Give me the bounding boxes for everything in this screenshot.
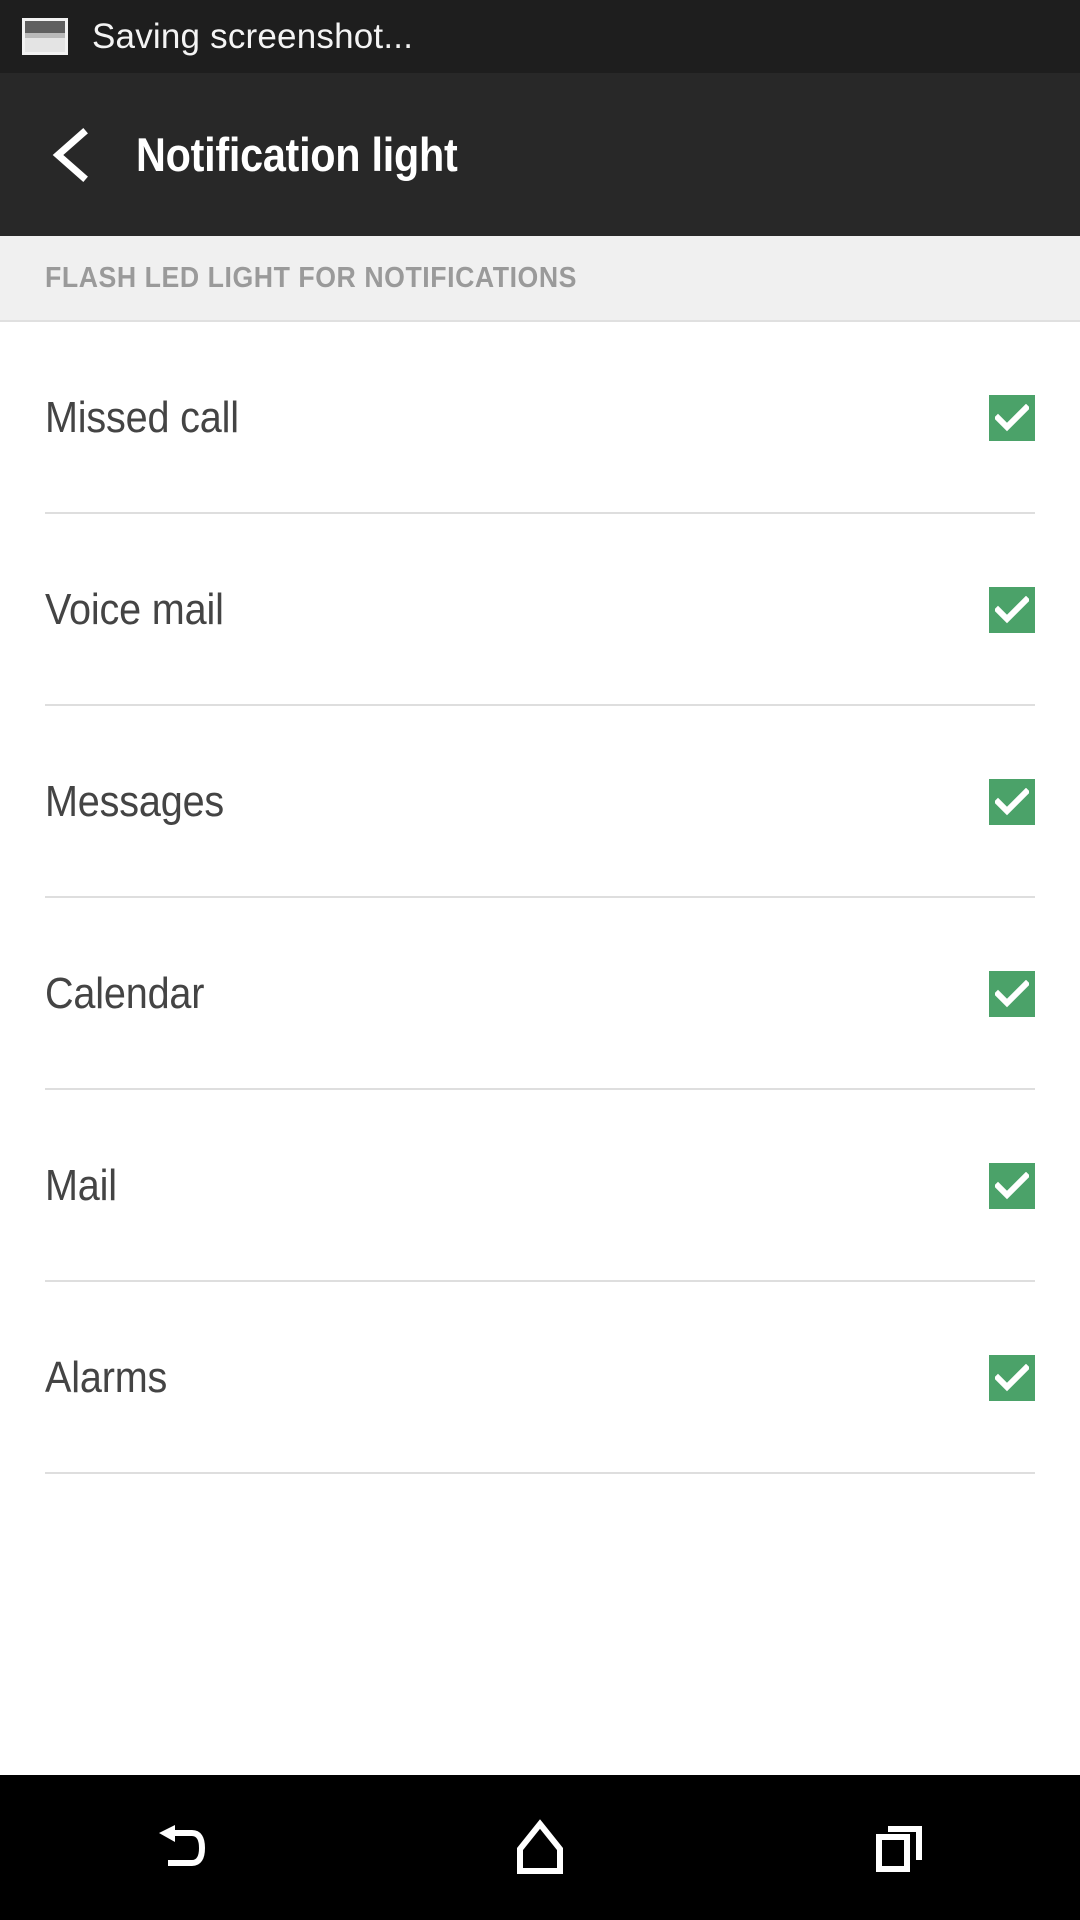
list-item-label: Calendar: [45, 969, 205, 1018]
list-item-voice-mail[interactable]: Voice mail: [0, 514, 1080, 706]
screenshot-image-icon: [22, 18, 68, 55]
back-chevron-icon[interactable]: [40, 123, 104, 187]
list-item-label: Alarms: [45, 1353, 168, 1402]
section-header: FLASH LED LIGHT FOR NOTIFICATIONS: [0, 236, 1080, 322]
checkbox-messages[interactable]: [989, 779, 1035, 825]
checkbox-mail[interactable]: [989, 1163, 1035, 1209]
list-item-mail[interactable]: Mail: [0, 1090, 1080, 1282]
app-toolbar: Notification light: [0, 73, 1080, 236]
section-header-label: FLASH LED LIGHT FOR NOTIFICATIONS: [45, 261, 578, 294]
list-item-missed-call[interactable]: Missed call: [0, 322, 1080, 514]
list-item-alarms[interactable]: Alarms: [0, 1282, 1080, 1474]
status-bar: Saving screenshot...: [0, 0, 1080, 73]
checkbox-alarms[interactable]: [989, 1355, 1035, 1401]
nav-home-icon[interactable]: [360, 1775, 720, 1920]
list-item-messages[interactable]: Messages: [0, 706, 1080, 898]
phone-screen: Saving screenshot... Notification light …: [0, 0, 1080, 1920]
notification-light-list: Missed call Voice mail Messages Calendar…: [0, 322, 1080, 1775]
list-item-label: Messages: [45, 777, 225, 826]
page-title: Notification light: [136, 128, 458, 181]
checkbox-voice-mail[interactable]: [989, 587, 1035, 633]
checkbox-missed-call[interactable]: [989, 395, 1035, 441]
list-item-label: Mail: [45, 1161, 117, 1210]
nav-recents-icon[interactable]: [720, 1775, 1080, 1920]
system-navigation-bar: [0, 1775, 1080, 1920]
checkbox-calendar[interactable]: [989, 971, 1035, 1017]
list-item-label: Voice mail: [45, 585, 224, 634]
status-bar-text: Saving screenshot...: [92, 16, 414, 56]
nav-back-icon[interactable]: [0, 1775, 360, 1920]
list-item-label: Missed call: [45, 393, 239, 442]
list-item-calendar[interactable]: Calendar: [0, 898, 1080, 1090]
